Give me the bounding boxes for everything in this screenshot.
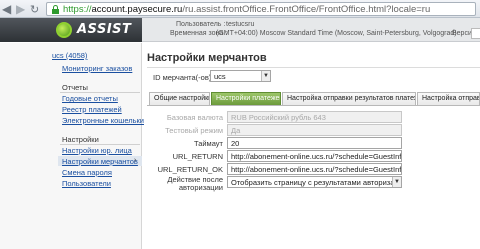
sidebar: ucs (4058) Мониторинг заказов Отчеты Год… (0, 43, 144, 249)
base-currency-label: Базовая валюта (166, 113, 223, 122)
version-select[interactable] (471, 28, 480, 39)
after-auth-value: Отобразить страницу с результатами автор… (231, 178, 402, 187)
url-text: https://account.paysecure.ru/ru.assist.f… (63, 4, 430, 15)
tab-payment-results-settings[interactable]: Настройка отправки результатов платежей (282, 92, 416, 105)
url-host: account.paysecure.ru (91, 4, 183, 15)
logo-text: ASSIST (77, 22, 132, 37)
sidebar-item-users[interactable]: Пользователи (62, 179, 111, 188)
main-content: Настройки мерчантов ID мерчанта(-ов) ucs… (143, 43, 480, 249)
merchant-id-value: ucs (214, 72, 226, 81)
logo-area: ASSIST (0, 18, 142, 42)
timeout-input[interactable]: 20 (227, 137, 402, 149)
chevron-down-icon: ▼ (261, 71, 270, 81)
url-return-value: http://abonement-online.ucs.ru/?schedule… (231, 152, 402, 161)
sidebar-header-settings: Настройки (62, 135, 99, 144)
sidebar-item-payment-registry[interactable]: Реестр платежей (62, 105, 122, 114)
reload-icon[interactable]: ↻ (30, 3, 39, 16)
timeout-value: 20 (231, 139, 240, 148)
sidebar-item-monitoring[interactable]: Мониторинг заказов (62, 64, 132, 73)
url-return-input[interactable]: http://abonement-online.ucs.ru/?schedule… (227, 150, 402, 162)
url-scheme: https:// (63, 4, 92, 15)
url-return-ok-input[interactable]: http://abonement-online.ucs.ru/?schedule… (227, 163, 402, 175)
timezone-value: (GMT+04:00) Moscow Standard Time (Moscow… (216, 30, 457, 37)
merchant-id-label: ID мерчанта(-ов) (153, 73, 212, 82)
chevron-down-icon: ▼ (392, 177, 401, 187)
app-header: ASSIST Пользователь : testucsru Временна… (0, 18, 480, 42)
page-title: Настройки мерчантов (147, 52, 267, 64)
lock-icon (51, 5, 60, 14)
base-currency-field: RUB Российский рубль 643 (227, 111, 402, 123)
test-mode-label: Тестовый режим (165, 126, 223, 135)
sidebar-item-legal-entity-settings[interactable]: Настройки юр. лица (62, 146, 132, 155)
url-return-ok-value: http://abonement-online.ucs.ru/?schedule… (231, 165, 402, 174)
test-mode-value: Да (231, 126, 241, 135)
tab-payment-settings[interactable]: Настройки платежей (211, 92, 281, 105)
back-arrow-icon[interactable]: ◀ (2, 2, 11, 16)
browser-toolbar: ◀ ▶ ↻ https://account.paysecure.ru/ru.as… (0, 0, 480, 18)
test-mode-field: Да (227, 124, 402, 136)
sidebar-merchant-link[interactable]: ucs (4058) (52, 51, 87, 60)
address-bar[interactable]: https://account.paysecure.ru/ru.assist.f… (46, 2, 476, 16)
after-auth-label-line2: авторизации (178, 183, 223, 192)
forward-arrow-icon[interactable]: ▶ (16, 2, 25, 16)
user-value: testucsru (226, 21, 255, 28)
tabs-divider (147, 105, 480, 106)
sidebar-divider (60, 144, 140, 145)
sidebar-item-change-password[interactable]: Смена пароля (62, 168, 112, 177)
user-label: Пользователь : (176, 21, 226, 28)
url-path: /ru.assist.frontOffice.FrontOffice/Front… (182, 4, 431, 15)
url-return-label: URL_RETURN (172, 152, 223, 161)
sidebar-item-annual-reports[interactable]: Годовые отчеты (62, 94, 118, 103)
chevron-right-icon: › (134, 157, 137, 164)
after-auth-select[interactable]: Отобразить страницу с результатами автор… (227, 176, 402, 188)
timeout-label: Таймаут (193, 139, 223, 148)
base-currency-value: RUB Российский рубль 643 (231, 113, 326, 122)
sidebar-item-e-wallets[interactable]: Электронные кошельки (62, 116, 144, 125)
tab-general-settings[interactable]: Общие настройки (149, 92, 210, 105)
sidebar-divider (60, 92, 140, 93)
tab-sending-settings[interactable]: Настройка отправ (417, 92, 480, 105)
url-return-ok-label: URL_RETURN_OK (157, 165, 223, 174)
title-divider (147, 67, 480, 68)
merchant-id-select[interactable]: ucs ▼ (210, 70, 271, 82)
sidebar-header-reports: Отчеты (62, 83, 88, 92)
sidebar-item-merchant-settings[interactable]: Настройки мерчантов (62, 157, 138, 166)
assist-logo-icon (56, 22, 72, 38)
